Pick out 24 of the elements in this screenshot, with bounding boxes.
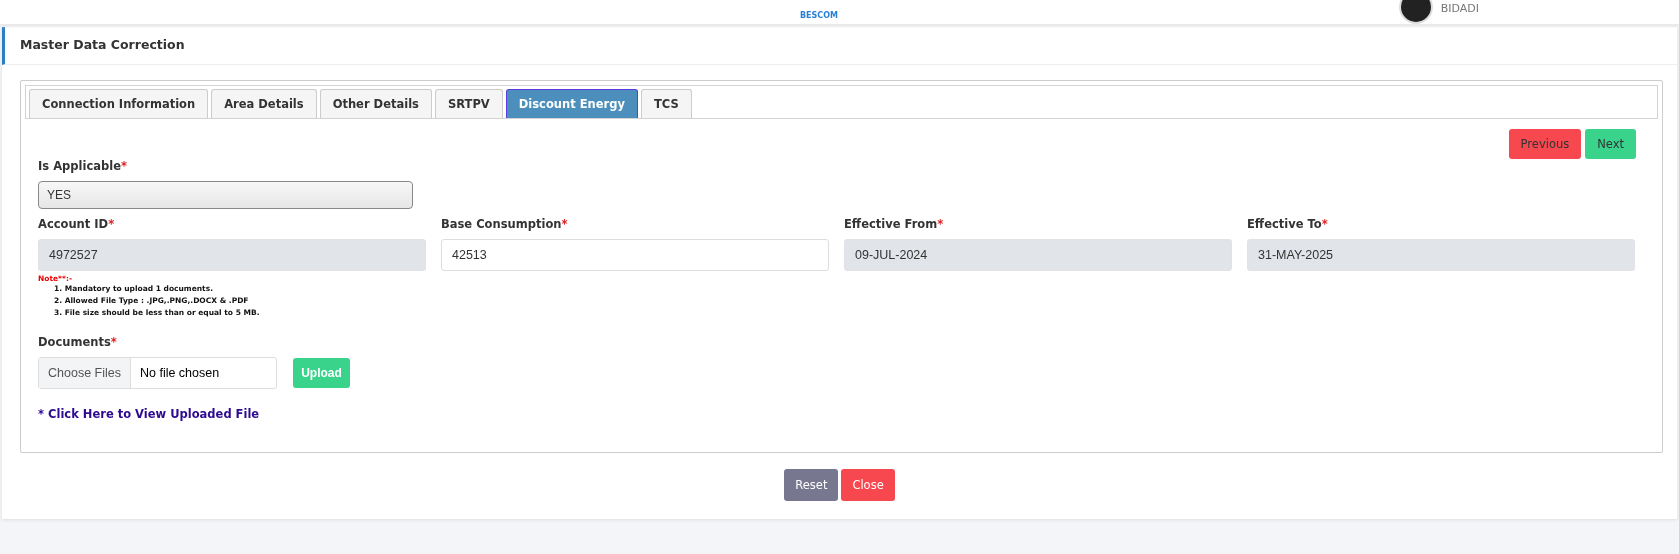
tab[interactable]: Connection Information — [29, 89, 209, 118]
next-button[interactable]: Next — [1585, 129, 1636, 159]
tab[interactable]: SRTPV — [434, 89, 503, 118]
close-button[interactable]: Close — [841, 469, 895, 501]
tab[interactable]: TCS — [640, 89, 692, 118]
tab[interactable]: Discount Energy — [505, 89, 638, 118]
tab[interactable]: Other Details — [319, 89, 432, 118]
field-label: Effective From* — [844, 217, 945, 231]
field-label: Effective To* — [1247, 217, 1329, 231]
field-label: Documents* — [38, 335, 118, 349]
input-field[interactable]: 42513 — [441, 239, 829, 271]
field-label: Is Applicable* — [38, 159, 128, 173]
user-location: BIDADI — [1440, 2, 1479, 15]
file-input[interactable]: Choose Files No file chosen — [38, 357, 277, 389]
tab[interactable]: Area Details — [211, 89, 317, 118]
page-title: Master Data Correction — [2, 27, 1677, 65]
reset-button[interactable]: Reset — [784, 469, 839, 501]
select-field[interactable]: YES — [38, 181, 413, 209]
field-label: Account ID* — [38, 217, 116, 231]
logo-text: BESCOM — [800, 11, 838, 20]
field-label: Base Consumption* — [441, 217, 569, 231]
view-uploaded-file-link[interactable]: * Click Here to View Uploaded File — [38, 407, 260, 421]
avatar-icon — [1398, 0, 1433, 24]
previous-button[interactable]: Previous — [1508, 129, 1582, 159]
